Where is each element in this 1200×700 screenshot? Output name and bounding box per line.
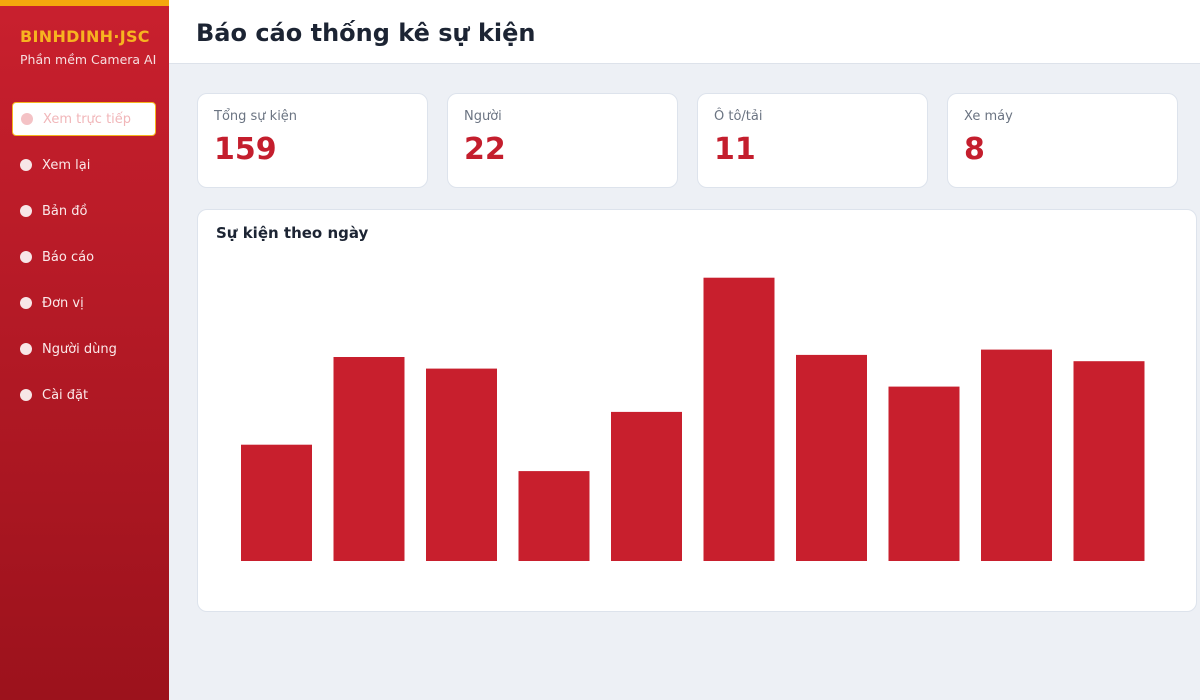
brand-logo: BINHDINH·JSC <box>20 27 150 46</box>
chart-bar <box>888 386 960 561</box>
chart-bar <box>1073 361 1145 561</box>
sidebar: BINHDINH·JSC Phần mềm Camera AI Xem trực… <box>0 0 169 700</box>
stat-card-people: Người 22 <box>447 93 678 188</box>
sidebar-item-map[interactable]: Bản đồ <box>12 194 156 228</box>
chart-bar <box>426 368 497 561</box>
chart-bar <box>611 411 682 561</box>
sidebar-item-settings[interactable]: Cài đặt <box>12 378 156 412</box>
sidebar-item-reports[interactable]: Báo cáo <box>12 240 156 274</box>
stat-card-cars: Ô tô/tải 11 <box>697 93 928 188</box>
stat-value: 8 <box>964 132 985 167</box>
sidebar-item-label: Bản đồ <box>42 203 88 219</box>
sidebar-item-label: Báo cáo <box>42 249 95 265</box>
sidebar-item-label: Cài đặt <box>42 387 89 403</box>
map-icon <box>20 205 32 217</box>
page-header: Báo cáo thống kê sự kiện <box>169 0 1200 64</box>
sidebar-item-live[interactable]: Xem trực tiếp <box>12 102 156 136</box>
stat-label: Tổng sự kiện <box>214 109 298 124</box>
stat-value: 22 <box>464 132 506 167</box>
stat-card-motorbikes: Xe máy 8 <box>947 93 1178 188</box>
bar-chart <box>241 277 1145 561</box>
brand-subtitle: Phần mềm Camera AI <box>20 52 157 67</box>
chart-bar <box>796 354 867 561</box>
stat-value: 11 <box>714 132 756 167</box>
sidebar-item-label: Đơn vị <box>42 295 84 311</box>
page-title: Báo cáo thống kê sự kiện <box>196 19 536 47</box>
sidebar-accent-bar <box>0 0 169 6</box>
sidebar-item-label: Xem trực tiếp <box>43 111 132 127</box>
stat-label: Người <box>464 109 502 124</box>
sidebar-item-label: Người dùng <box>42 341 117 357</box>
report-icon <box>20 251 32 263</box>
sidebar-item-playback[interactable]: Xem lại <box>12 148 156 182</box>
sidebar-item-label: Xem lại <box>42 157 91 173</box>
events-by-day-chart: Sự kiện theo ngày <box>197 209 1197 612</box>
playback-icon <box>20 159 32 171</box>
stat-label: Xe máy <box>964 109 1013 124</box>
live-icon <box>21 113 33 125</box>
sidebar-item-units[interactable]: Đơn vị <box>12 286 156 320</box>
settings-icon <box>20 389 32 401</box>
stat-card-total: Tổng sự kiện 159 <box>197 93 428 188</box>
stat-value: 159 <box>214 132 277 167</box>
units-icon <box>20 297 32 309</box>
chart-bar <box>981 349 1052 561</box>
stat-label: Ô tô/tải <box>714 109 763 124</box>
chart-bar <box>333 357 405 561</box>
chart-bar <box>703 277 775 561</box>
users-icon <box>20 343 32 355</box>
chart-bar <box>518 471 590 561</box>
chart-bar <box>241 444 312 561</box>
sidebar-item-users[interactable]: Người dùng <box>12 332 156 366</box>
